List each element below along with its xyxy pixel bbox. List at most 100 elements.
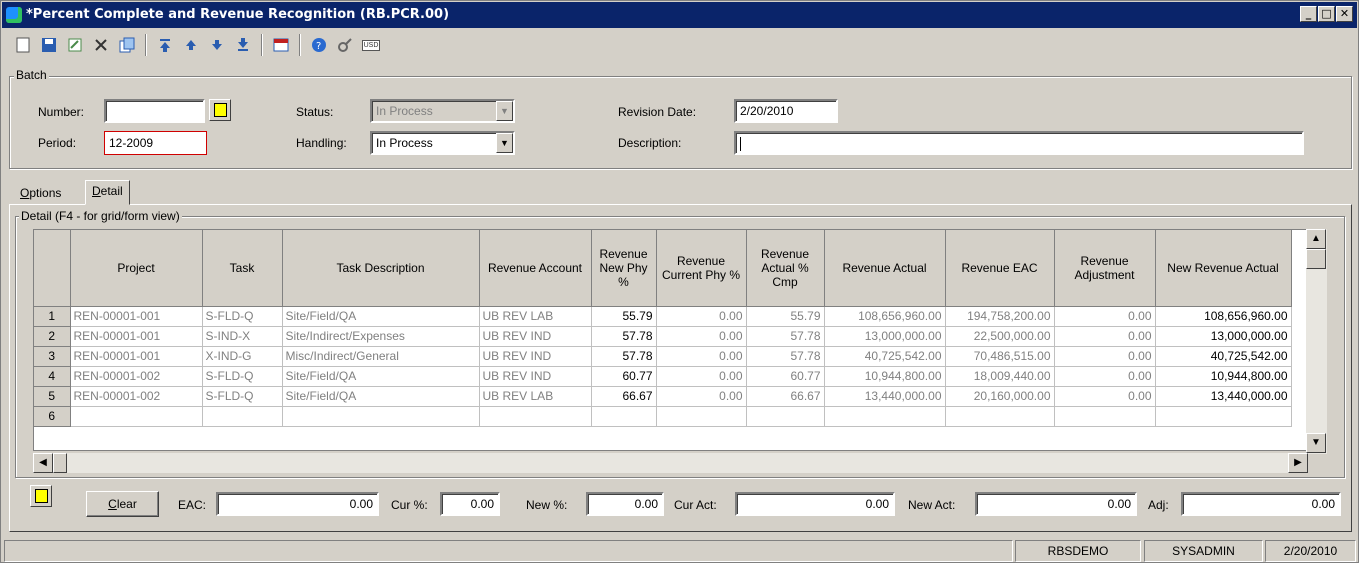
- column-header[interactable]: New Revenue Actual: [1155, 230, 1292, 307]
- cell-curphy[interactable]: 0.00: [656, 386, 747, 407]
- cell-desc[interactable]: Site/Field/QA: [282, 386, 480, 407]
- cell-adj[interactable]: 0.00: [1054, 306, 1156, 327]
- scroll-thumb[interactable]: [53, 453, 67, 473]
- column-header[interactable]: Task Description: [282, 230, 480, 307]
- table-row[interactable]: 4 REN-00001-002 S-FLD-Q Site/Field/QA UB REV…: [34, 366, 1292, 387]
- cell-newphy[interactable]: 55.79: [591, 306, 657, 327]
- cur-pct-input[interactable]: 0.00: [440, 492, 500, 516]
- column-header[interactable]: Revenue Account: [479, 230, 592, 307]
- row-number[interactable]: 2: [34, 326, 71, 347]
- cell-desc[interactable]: Site/Field/QA: [282, 306, 480, 327]
- cell-project[interactable]: REN-00001-002: [70, 386, 203, 407]
- cell-actual[interactable]: 108,656,960.00: [824, 306, 946, 327]
- cell-project[interactable]: REN-00001-001: [70, 346, 203, 367]
- cell-eac[interactable]: [945, 406, 1055, 427]
- cell-newphy[interactable]: [591, 406, 657, 427]
- cell-task[interactable]: S-FLD-Q: [202, 366, 283, 387]
- number-input[interactable]: [104, 99, 205, 123]
- table-row[interactable]: 2 REN-00001-001 S-IND-X Site/Indirect/Expen…: [34, 326, 1292, 347]
- scroll-down-icon[interactable]: ▼: [1306, 433, 1326, 453]
- cell-newphy[interactable]: 57.78: [591, 346, 657, 367]
- cell-actcmp[interactable]: 66.67: [746, 386, 825, 407]
- cell-actcmp[interactable]: [746, 406, 825, 427]
- minimize-button[interactable]: _: [1300, 6, 1317, 22]
- cell-eac[interactable]: 18,009,440.00: [945, 366, 1055, 387]
- cell-task[interactable]: X-IND-G: [202, 346, 283, 367]
- row-number[interactable]: 6: [34, 406, 71, 427]
- cell-actcmp[interactable]: 55.79: [746, 306, 825, 327]
- table-row[interactable]: 6: [34, 406, 1292, 427]
- cell-task[interactable]: S-FLD-Q: [202, 386, 283, 407]
- help-icon[interactable]: ?: [308, 34, 330, 56]
- cell-newphy[interactable]: 60.77: [591, 366, 657, 387]
- copy-icon[interactable]: [116, 34, 138, 56]
- cell-eac[interactable]: 70,486,515.00: [945, 346, 1055, 367]
- prev-icon[interactable]: [180, 34, 202, 56]
- clear-button[interactable]: Clear: [86, 491, 159, 517]
- tab-options[interactable]: Options: [14, 183, 68, 205]
- cell-curphy[interactable]: [656, 406, 747, 427]
- column-header[interactable]: Revenue EAC: [945, 230, 1055, 307]
- cell-acct[interactable]: [479, 406, 592, 427]
- cell-task[interactable]: [202, 406, 283, 427]
- table-row[interactable]: 5 REN-00001-002 S-FLD-Q Site/Field/QA UB REV…: [34, 386, 1292, 407]
- table-row[interactable]: 3 REN-00001-001 X-IND-G Misc/Indirect/Gener…: [34, 346, 1292, 367]
- cell-actcmp[interactable]: 57.78: [746, 326, 825, 347]
- delete-icon[interactable]: [90, 34, 112, 56]
- handling-select[interactable]: In Process ▼: [370, 131, 515, 155]
- cell-curphy[interactable]: 0.00: [656, 366, 747, 387]
- horizontal-scrollbar[interactable]: ◀ ▶: [33, 453, 1308, 473]
- row-number[interactable]: 3: [34, 346, 71, 367]
- edit-icon[interactable]: [64, 34, 86, 56]
- cell-actual[interactable]: [824, 406, 946, 427]
- cell-adj[interactable]: 0.00: [1054, 386, 1156, 407]
- eac-input[interactable]: 0.00: [216, 492, 379, 516]
- cell-curphy[interactable]: 0.00: [656, 346, 747, 367]
- cell-actual[interactable]: 10,944,800.00: [824, 366, 946, 387]
- vertical-scrollbar[interactable]: ▲ ▼: [1306, 229, 1327, 454]
- cell-newact[interactable]: 108,656,960.00: [1155, 306, 1292, 327]
- cell-desc[interactable]: Site/Field/QA: [282, 366, 480, 387]
- cell-eac[interactable]: 194,758,200.00: [945, 306, 1055, 327]
- cell-eac[interactable]: 22,500,000.00: [945, 326, 1055, 347]
- tools-icon[interactable]: [334, 34, 356, 56]
- cur-act-input[interactable]: 0.00: [735, 492, 895, 516]
- column-header[interactable]: Revenue Actual % Cmp: [746, 230, 825, 307]
- form-view-button[interactable]: [30, 485, 52, 507]
- cell-newphy[interactable]: 57.78: [591, 326, 657, 347]
- cell-curphy[interactable]: 0.00: [656, 326, 747, 347]
- close-button[interactable]: ✕: [1336, 6, 1353, 22]
- scroll-thumb[interactable]: [1306, 249, 1326, 269]
- chevron-down-icon[interactable]: ▼: [496, 133, 513, 153]
- column-header[interactable]: Revenue New Phy %: [591, 230, 657, 307]
- column-header[interactable]: Revenue Current Phy %: [656, 230, 747, 307]
- cell-newact[interactable]: 40,725,542.00: [1155, 346, 1292, 367]
- cell-newact[interactable]: 13,440,000.00: [1155, 386, 1292, 407]
- row-number[interactable]: 5: [34, 386, 71, 407]
- cell-curphy[interactable]: 0.00: [656, 306, 747, 327]
- cell-newact[interactable]: 13,000,000.00: [1155, 326, 1292, 347]
- currency-icon[interactable]: USD: [360, 34, 382, 56]
- cell-newact[interactable]: [1155, 406, 1292, 427]
- period-input[interactable]: 12-2009: [104, 131, 207, 155]
- last-icon[interactable]: [232, 34, 254, 56]
- cell-acct[interactable]: UB REV IND: [479, 366, 592, 387]
- cell-newphy[interactable]: 66.67: [591, 386, 657, 407]
- cell-adj[interactable]: 0.00: [1054, 366, 1156, 387]
- form-icon[interactable]: [270, 34, 292, 56]
- column-header[interactable]: Project: [70, 230, 203, 307]
- cell-acct[interactable]: UB REV IND: [479, 326, 592, 347]
- cell-actcmp[interactable]: 60.77: [746, 366, 825, 387]
- column-header[interactable]: Revenue Actual: [824, 230, 946, 307]
- cell-desc[interactable]: [282, 406, 480, 427]
- cell-adj[interactable]: [1054, 406, 1156, 427]
- next-icon[interactable]: [206, 34, 228, 56]
- new-act-input[interactable]: 0.00: [975, 492, 1137, 516]
- description-input[interactable]: [734, 131, 1304, 155]
- cell-acct[interactable]: UB REV LAB: [479, 306, 592, 327]
- cell-actcmp[interactable]: 57.78: [746, 346, 825, 367]
- detail-grid[interactable]: Project Task Task Description Revenue Ac…: [33, 229, 1326, 451]
- cell-actual[interactable]: 13,440,000.00: [824, 386, 946, 407]
- cell-acct[interactable]: UB REV LAB: [479, 386, 592, 407]
- cell-project[interactable]: REN-00001-001: [70, 306, 203, 327]
